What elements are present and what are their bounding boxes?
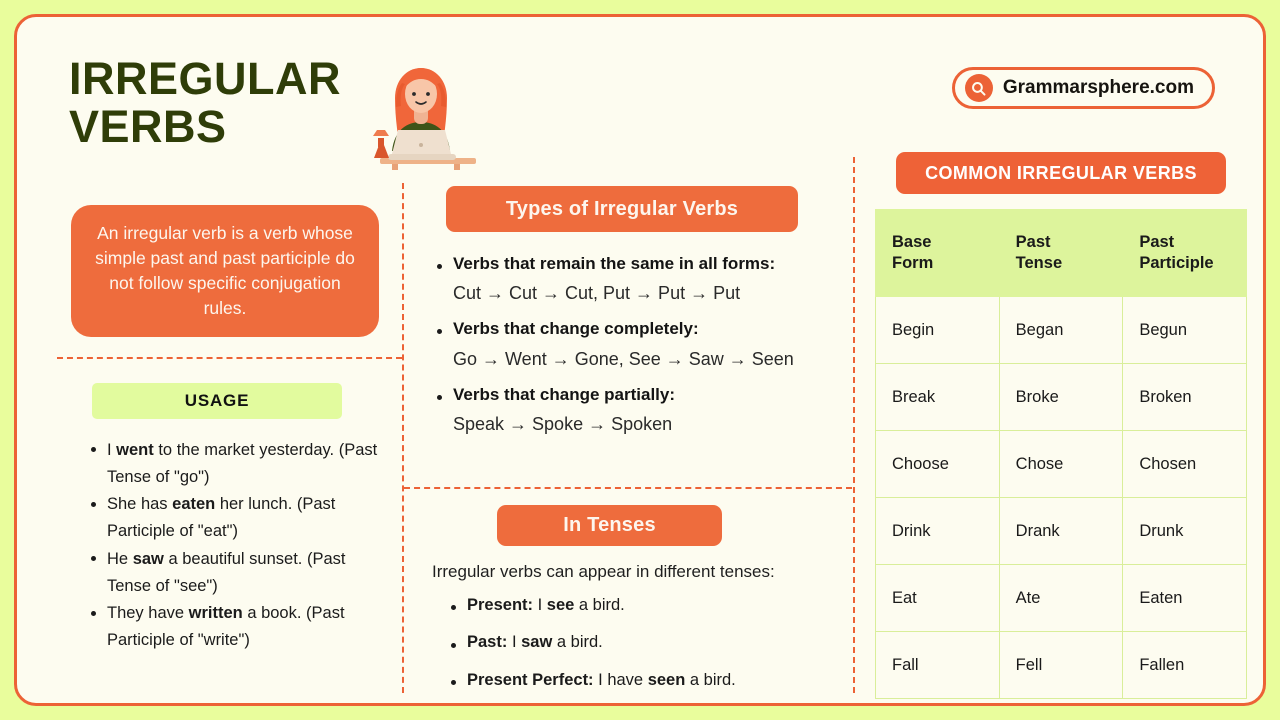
irregular-verbs-table: Base Form Past Tense Past Participle Beg… [875,209,1247,699]
divider-definition-usage [57,357,402,359]
cell-past-tense: Fell [998,631,1124,699]
table-row: Eat Ate Eaten [875,564,1247,632]
tenses-list: Present: I see a bird. Past: I saw a bir… [447,595,842,703]
table-heading: COMMON IRREGULAR VERBS [896,152,1226,194]
usage-list: I went to the market yesterday. (Past Te… [87,437,387,655]
usage-pre: He [107,549,133,568]
tenses-intro: Irregular verbs can appear in different … [432,562,775,581]
cell-base-form: Eat [875,564,1000,632]
table-header-row: Base Form Past Tense Past Participle [875,209,1247,297]
cell-past-participle: Broken [1122,363,1247,431]
cell-base-form: Drink [875,497,1000,565]
list-item: Verbs that change completely: Go → Went … [433,318,833,370]
search-icon [964,74,993,102]
usage-pre: I [107,441,117,459]
column-header-past-tense: Past Tense [998,209,1124,297]
column-header-base-form: Base Form [875,209,1000,297]
cell-past-participle: Fallen [1122,631,1247,699]
usage-verb: eaten [172,495,216,514]
tense-verb: seen [647,670,686,689]
site-logo[interactable]: Grammarsphere.com [951,67,1215,109]
tense-pre: I have [593,670,648,689]
tense-post: a bird. [685,670,736,689]
divider-middle-right [853,157,855,693]
woman-working-on-laptop-illustration [362,50,480,175]
list-item: Present: I see a bird. [447,595,842,616]
table-row: Drink Drank Drunk [875,497,1247,565]
infographic-poster: IRREGULAR VERBS Grammarsphere.com An irr… [14,14,1266,706]
site-logo-text: Grammarsphere.com [1002,77,1194,98]
cell-base-form: Fall [875,631,1000,699]
usage-verb: saw [132,549,164,568]
cell-past-participle: Chosen [1122,430,1247,498]
list-item: He saw a beautiful sunset. (Past Tense o… [87,546,387,599]
type-name: Verbs that change partially: [453,384,676,404]
table-row: Choose Chose Chosen [875,430,1247,498]
usage-verb: written [188,604,243,623]
types-heading: Types of Irregular Verbs [446,186,798,232]
list-item: I went to the market yesterday. (Past Te… [87,437,387,490]
cell-past-participle: Drunk [1122,497,1247,565]
list-item: They have written a book. (Past Particip… [87,600,387,653]
list-item: Present Perfect: I have seen a bird. [447,670,842,691]
tense-label: Past: [467,633,508,652]
cell-past-participle: Begun [1122,296,1247,364]
list-item: Past: I saw a bird. [447,632,842,653]
tense-label: Present: [467,596,534,614]
cell-past-tense: Ate [998,564,1124,632]
page-title: IRREGULAR VERBS [69,53,341,153]
type-name: Verbs that remain the same in all forms: [453,254,776,273]
tense-verb: see [546,596,575,614]
usage-pre: They have [107,604,189,623]
list-item: She has eaten her lunch. (Past Participl… [87,491,387,544]
cell-past-tense: Began [998,296,1124,364]
cell-past-tense: Drank [998,497,1124,565]
column-header-past-participle: Past Participle [1122,209,1247,297]
types-list: Verbs that remain the same in all forms:… [433,253,833,449]
usage-pre: She has [107,495,173,514]
divider-types-tenses [404,487,852,489]
cell-base-form: Break [875,363,1000,431]
divider-left-middle [402,183,404,693]
list-item: Verbs that remain the same in all forms:… [433,253,833,305]
tense-verb: saw [521,633,553,652]
type-example: Go → Went → Gone, See → Saw → Seen [453,348,794,369]
cell-past-tense: Chose [998,430,1124,498]
tense-post: a bird. [574,596,625,614]
cell-past-tense: Broke [998,363,1124,431]
tense-pre: I [533,596,547,614]
tense-pre: I [507,633,522,652]
tense-post: a bird. [552,633,603,652]
tense-label: Present Perfect: [467,670,594,689]
usage-verb: went [116,441,154,459]
type-name: Verbs that change completely: [453,319,699,339]
cell-base-form: Begin [875,296,1000,364]
type-example: Cut → Cut → Cut, Put → Put → Put [453,283,741,304]
cell-past-participle: Eaten [1122,564,1247,632]
type-example: Speak → Spoke → Spoken [453,414,673,435]
table-row: Fall Fell Fallen [875,631,1247,699]
list-item: Verbs that change partially: Speak → Spo… [433,384,833,436]
cell-base-form: Choose [875,430,1000,498]
tenses-heading: In Tenses [497,505,722,546]
table-row: Begin Began Begun [875,296,1247,364]
definition-box: An irregular verb is a verb whose simple… [71,205,379,338]
usage-badge: USAGE [92,383,342,419]
table-row: Break Broke Broken [875,363,1247,431]
